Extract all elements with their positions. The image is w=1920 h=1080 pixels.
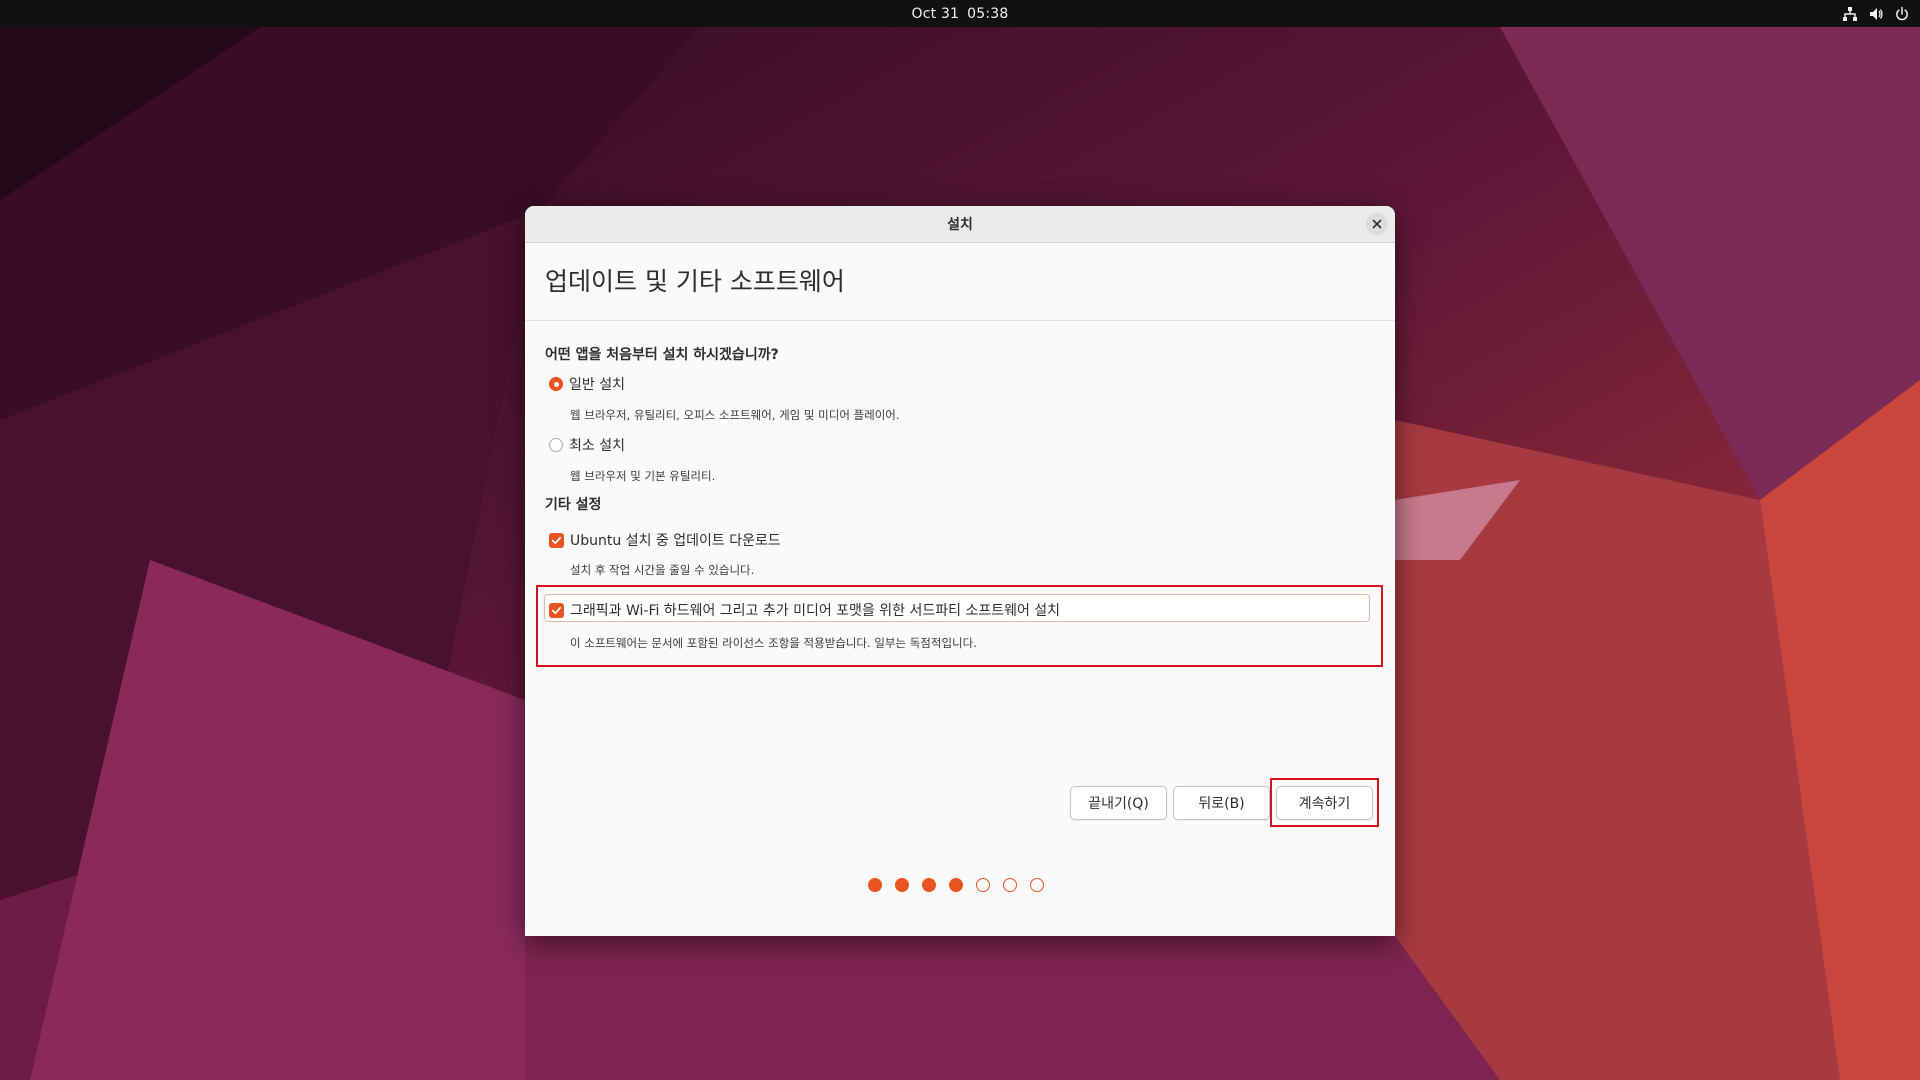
- radio-unselected-icon[interactable]: [549, 438, 563, 452]
- clock-date: Oct 31: [911, 5, 960, 22]
- clock-time: 05:38: [967, 5, 1009, 22]
- minimal-install-description: 웹 브라우저 및 기본 유틸리티.: [570, 469, 716, 483]
- normal-install-label: 일반 설치: [569, 377, 625, 393]
- volume-icon[interactable]: [1868, 6, 1884, 22]
- normal-install-radio[interactable]: 일반 설치: [549, 374, 625, 394]
- progress-dot: [922, 878, 936, 892]
- download-updates-checkbox[interactable]: Ubuntu 설치 중 업데이트 다운로드: [549, 530, 781, 550]
- power-icon[interactable]: [1894, 6, 1910, 22]
- page-heading: 업데이트 및 기타 소프트웨어: [545, 267, 845, 296]
- quit-button[interactable]: 끝내기(Q): [1070, 786, 1167, 820]
- download-updates-description: 설치 후 작업 시간을 줄일 수 있습니다.: [570, 563, 755, 577]
- progress-dots: [868, 878, 1044, 892]
- progress-dot: [1030, 878, 1044, 892]
- installer-dialog: 설치 업데이트 및 기타 소프트웨어 어떤 앱을 처음부터 설치 하시겠습니까?…: [525, 206, 1395, 936]
- download-updates-label: Ubuntu 설치 중 업데이트 다운로드: [570, 533, 781, 549]
- close-icon: [1372, 219, 1382, 229]
- normal-install-description: 웹 브라우저, 유틸리티, 오피스 소프트웨어, 게임 및 미디어 플레이어.: [570, 408, 900, 422]
- minimal-install-radio[interactable]: 최소 설치: [549, 435, 625, 455]
- system-tray[interactable]: [1842, 0, 1910, 27]
- progress-dot: [868, 878, 882, 892]
- top-bar: Oct 31 05:38: [0, 0, 1920, 27]
- progress-dot: [949, 878, 963, 892]
- other-settings-label: 기타 설정: [545, 497, 602, 513]
- minimal-install-label: 최소 설치: [569, 438, 625, 454]
- checkbox-checked-icon[interactable]: [549, 532, 564, 548]
- dialog-titlebar[interactable]: 설치: [525, 206, 1395, 243]
- close-button[interactable]: [1366, 213, 1388, 235]
- third-party-highlight-box: [536, 585, 1383, 667]
- progress-dot: [976, 878, 990, 892]
- continue-highlight-box: [1270, 778, 1379, 827]
- window-title: 설치: [947, 217, 973, 233]
- network-icon[interactable]: [1842, 6, 1858, 22]
- clock[interactable]: Oct 31 05:38: [911, 6, 1008, 22]
- progress-dot: [895, 878, 909, 892]
- progress-dot: [1003, 878, 1017, 892]
- heading-divider: [525, 320, 1395, 321]
- radio-selected-icon[interactable]: [549, 377, 563, 391]
- back-button[interactable]: 뒤로(B): [1173, 786, 1270, 820]
- install-question: 어떤 앱을 처음부터 설치 하시겠습니까?: [545, 347, 779, 363]
